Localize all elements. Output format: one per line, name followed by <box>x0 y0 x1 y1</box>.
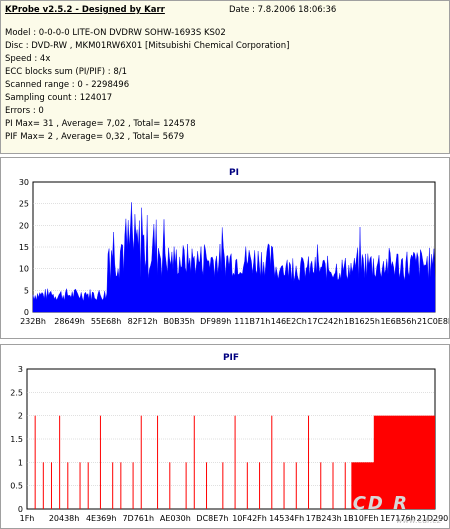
pif-xtick-label: 17B243h <box>306 514 342 523</box>
pi-xtick-label: 82F12h <box>128 317 158 326</box>
pif-xtick-label: 1B10FEh <box>343 514 378 523</box>
pif-xtick-label: DC8E7h <box>196 514 228 523</box>
info-range: Scanned range : 0 - 2298496 <box>5 80 130 90</box>
pi-xtick-label: 1B1625h <box>344 317 380 326</box>
pi-ytick-label: 20 <box>19 221 29 230</box>
info-speed: Speed : 4x <box>5 54 51 64</box>
pi-xtick-label: B0B35h <box>164 317 195 326</box>
pi-xtick-label: 17C242h <box>307 317 343 326</box>
pi-ytick-label: 5 <box>24 286 29 295</box>
info-ecc: ECC blocks sum (PI/PIF) : 8/1 <box>5 67 128 77</box>
pi-ytick-label: 0 <box>24 308 29 317</box>
pi-chart-panel: PI 0 5 10 15 20 25 30 232Bh 28649h 55E68h 82F12h B0B… <box>0 157 450 339</box>
pi-ytick-label: 10 <box>19 265 29 274</box>
info-panel: KProbe v2.5.2 - Designed by Karr Date : … <box>0 0 450 154</box>
pif-xtick-label: 7D761h <box>122 514 154 523</box>
pif-xtick-label: 14534Fh <box>269 514 304 523</box>
pif-chart-panel: PIF 0 0.5 1 1.5 2 2.5 3 1Fh 20438h 4E369h 7D761h AE0… <box>0 344 450 529</box>
pif-title: PIF <box>223 353 239 363</box>
pif-ytick-label: 2.5 <box>10 388 23 397</box>
pif-xtick-label: AE030h <box>160 514 191 523</box>
info-disc: Disc : DVD-RW , MKM01RW6X01 [Mitsubishi … <box>5 41 290 51</box>
pif-xtick-label: 1Fh <box>20 514 35 523</box>
pi-ytick-label: 25 <box>19 200 29 209</box>
pif-ytick-label: 2 <box>18 412 23 421</box>
watermark-site: www.cdr.cz <box>396 516 441 525</box>
app-title: KProbe v2.5.2 - Designed by Karr <box>5 5 165 15</box>
pi-xtick-label: 146E2Ch <box>271 317 307 326</box>
info-sampling: Sampling count : 124017 <box>5 93 113 103</box>
scan-date: Date : 7.8.2006 18:06:36 <box>229 5 337 15</box>
pi-xtick-label: DF989h <box>200 317 231 326</box>
pif-ytick-label: 0.5 <box>10 482 23 491</box>
info-pi-stats: PI Max= 31 , Average= 7,02 , Total= 1245… <box>5 119 196 129</box>
pi-xtick-label: 1E6B56h <box>380 317 416 326</box>
pif-ytick-label: 0 <box>18 505 23 514</box>
pi-xtick-label: 111B71h <box>234 317 270 326</box>
pif-xtick-label: 10F42Fh <box>232 514 267 523</box>
pi-ytick-label: 30 <box>19 178 29 187</box>
pif-xtick-label: 20438h <box>49 514 80 523</box>
pif-xtick-label: 4E369h <box>86 514 116 523</box>
info-pif-stats: PIF Max= 2 , Average= 0,32 , Total= 5679 <box>5 132 185 142</box>
pi-xtick-label: 55E68h <box>91 317 121 326</box>
pif-ytick-label: 1.5 <box>10 435 23 444</box>
pif-ytick-label: 3 <box>18 365 23 374</box>
watermark-logo: CD R <box>352 493 409 514</box>
pi-xtick-label: 21C0E8h <box>417 317 449 326</box>
info-errors: Errors : 0 <box>5 106 44 116</box>
pi-title: PI <box>229 168 239 178</box>
info-model: Model : 0-0-0-0 LITE-ON DVDRW SOHW-1693S… <box>5 28 226 38</box>
pi-chart: PI 0 5 10 15 20 25 30 232Bh 28649h 55E68h 82F12h B0B… <box>19 168 449 326</box>
pi-ytick-label: 15 <box>19 243 29 252</box>
pif-ytick-label: 1 <box>18 458 23 467</box>
pi-xtick-label: 28649h <box>54 317 85 326</box>
pi-xtick-label: 232Bh <box>20 317 46 326</box>
